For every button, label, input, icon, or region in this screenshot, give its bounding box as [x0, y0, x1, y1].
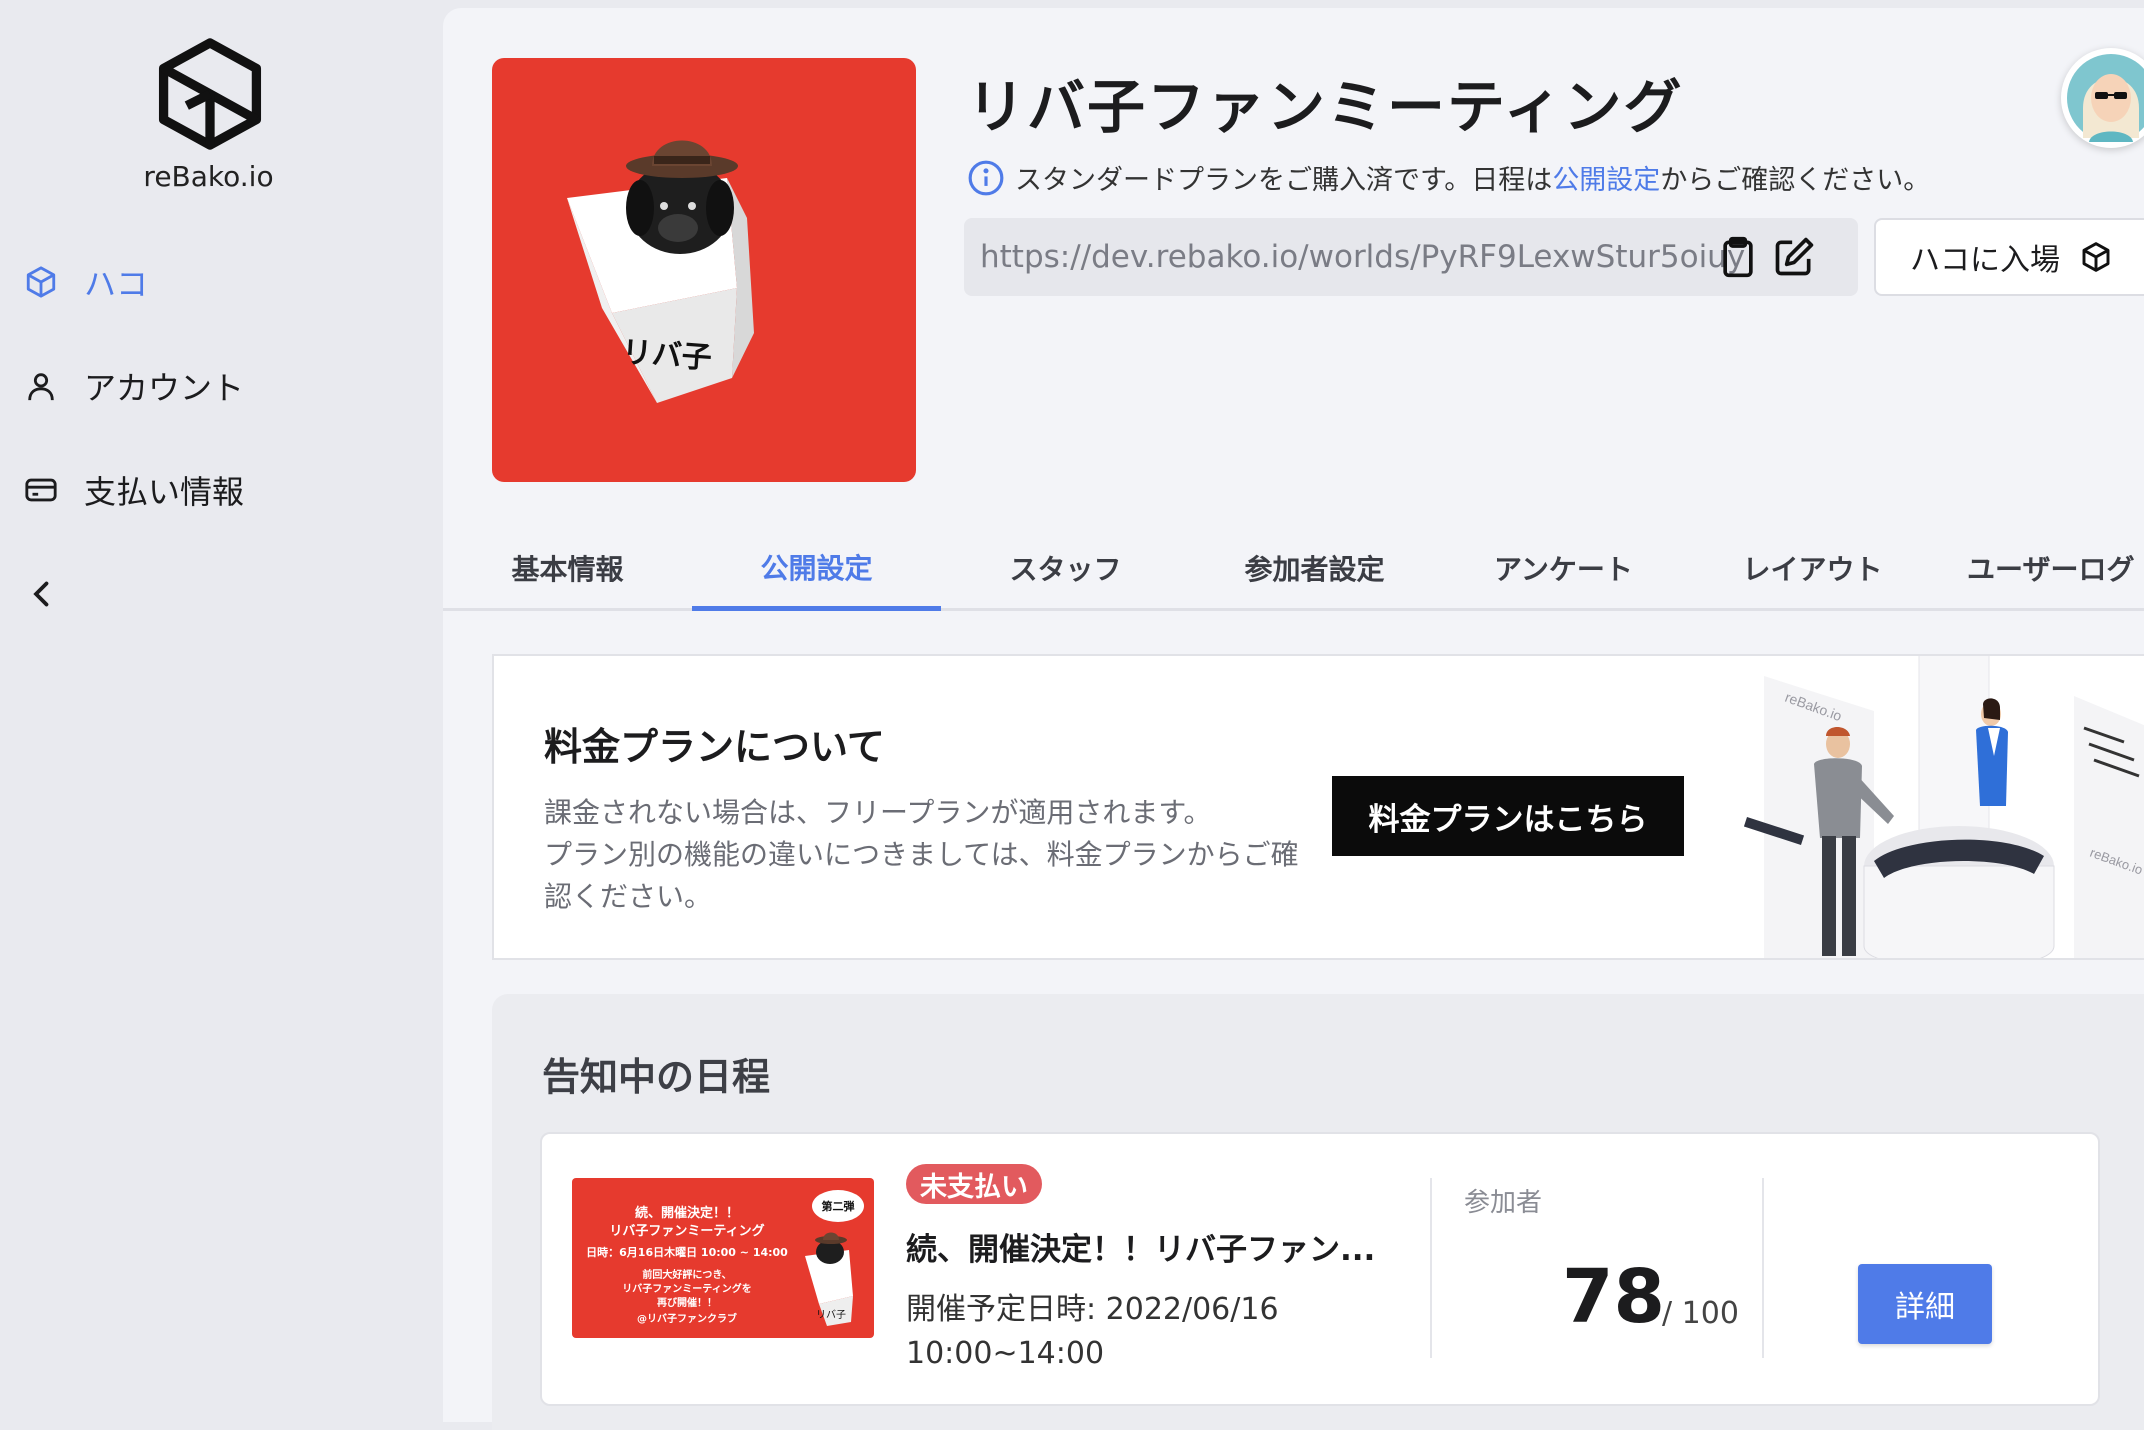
sidebar-item-label: 支払い情報 — [84, 473, 245, 511]
thumb-line: リバ子ファンミーティングを — [622, 1284, 752, 1295]
pricing-plan-button[interactable]: 料金プランはこちら — [1332, 776, 1684, 856]
rebako-logo-icon[interactable] — [152, 36, 268, 152]
page-title: リバ子ファンミーティング — [967, 73, 1684, 141]
world-url-field: https://dev.rebako.io/worlds/PyRF9LexwSt… — [964, 218, 1858, 296]
sidebar-item-label: アカウント — [84, 369, 245, 407]
thumb-line: リバ子ファンミーティング — [609, 1224, 765, 1239]
thumb-line: @リバ子ファンクラブ — [637, 1314, 737, 1325]
event-card: 続、開催決定！！ リバ子ファンミーティング 日時：6月16日木曜日 10:00 … — [540, 1132, 2100, 1406]
info-icon — [968, 160, 1004, 195]
tab-user-log[interactable]: ユーザーログ — [1937, 528, 2144, 608]
clipboard-icon[interactable] — [1716, 235, 1760, 279]
avatar-image — [2067, 54, 2144, 142]
settings-tabs: 基本情報 公開設定 スタッフ 参加者設定 アンケート レイアウト ユーザーログ — [443, 528, 2144, 611]
chevron-left-icon[interactable] — [24, 572, 60, 616]
divider — [1430, 1178, 1432, 1358]
sidebar-item-payment[interactable]: 支払い情報 — [22, 460, 244, 520]
sidebar-item-account[interactable]: アカウント — [22, 356, 244, 416]
tab-layout[interactable]: レイアウト — [1688, 528, 1937, 608]
participants-count: 78 — [1562, 1254, 1665, 1340]
pricing-plan-card: 料金プランについて 課金されない場合は、フリープランが適用されます。 プラン別の… — [492, 654, 2144, 960]
world-cover-image: リバ子 — [492, 58, 916, 482]
plan-notice: スタンダードプランをご購入済です。日程は 公開設定 からご確認ください。 — [967, 158, 1930, 197]
thumb-line: 再び開催！！ — [657, 1298, 717, 1309]
tab-participant-settings[interactable]: 参加者設定 — [1190, 528, 1439, 608]
tab-basic-info[interactable]: 基本情報 — [443, 528, 692, 608]
announced-schedule-section: 告知中の日程 続、開催決定！！ リバ子ファンミーティング 日時：6月16日木曜日… — [492, 994, 2144, 1430]
participants-label: 参加者 — [1464, 1188, 1543, 1218]
user-icon — [22, 367, 60, 405]
user-avatar[interactable] — [2061, 48, 2144, 148]
publish-settings-link[interactable]: 公開設定 — [1552, 158, 1660, 197]
notice-text-before: スタンダードプランをご購入済です。日程は — [1015, 165, 1553, 196]
credit-card-icon — [22, 471, 60, 509]
participants-capacity: / 100 — [1662, 1296, 1739, 1331]
event-title: 続、開催決定！！リバ子ファン... — [906, 1232, 1376, 1268]
thumb-line: 続、開催決定！！ — [634, 1206, 739, 1221]
unpaid-status-badge: 未支払い — [906, 1164, 1042, 1204]
cover-illustration — [567, 140, 754, 403]
logo-text: reBako.io — [143, 160, 274, 193]
main-panel: リバ子 リバ子ファンミーティング スタンダードプランをご購入済です。日程は 公開設… — [443, 8, 2144, 1430]
notice-text-after: からご確認ください。 — [1660, 165, 1931, 196]
plan-desc-line: 課金されない場合は、フリープランが適用されます。 — [544, 796, 1212, 829]
tab-survey[interactable]: アンケート — [1439, 528, 1688, 608]
sidebar-item-label: ハコ — [84, 265, 149, 303]
enter-hako-label: ハコに入場 — [1910, 243, 2060, 278]
plan-desc-line: プラン別の機能の違いにつきましては、料金プランからご確認ください。 — [544, 838, 1299, 913]
thumb-line: 日時：6月16日木曜日 10:00 ~ 14:00 — [586, 1246, 788, 1259]
tab-staff[interactable]: スタッフ — [941, 528, 1190, 608]
thumb-line: 前回大好評につき、 — [642, 1270, 732, 1281]
world-url-text[interactable]: https://dev.rebako.io/worlds/PyRF9LexwSt… — [980, 218, 1745, 296]
event-detail-button[interactable]: 詳細 — [1858, 1264, 1992, 1344]
tab-publish-settings[interactable]: 公開設定 — [692, 528, 941, 611]
event-datetime: 開催予定日時: 2022/06/16 10:00~14:00 — [906, 1292, 1279, 1371]
enter-hako-button[interactable]: ハコに入場 — [1874, 218, 2144, 296]
reception-illustration: reBako.io reBako.io — [1744, 656, 2144, 958]
thumb-box-label: リバ子 — [816, 1310, 846, 1321]
sidebar-item-hako[interactable]: ハコ — [22, 252, 148, 312]
schedule-section-title: 告知中の日程 — [542, 1055, 771, 1099]
cube-icon — [22, 263, 60, 301]
thumb-sticker: 第二弾 — [812, 1190, 864, 1222]
event-thumbnail: 続、開催決定！！ リバ子ファンミーティング 日時：6月16日木曜日 10:00 … — [572, 1178, 874, 1338]
cover-box-label: リバ子 — [620, 334, 713, 377]
plan-card-title: 料金プランについて — [544, 725, 885, 769]
plan-card-description: 課金されない場合は、フリープランが適用されます。 プラン別の機能の違いにつきまし… — [544, 792, 1304, 918]
sidebar: reBako.io ハコ アカウント 支払い情報 — [0, 0, 443, 1422]
divider — [1762, 1178, 1764, 1358]
cube-icon — [2082, 242, 2110, 272]
edit-icon[interactable] — [1772, 235, 1816, 279]
